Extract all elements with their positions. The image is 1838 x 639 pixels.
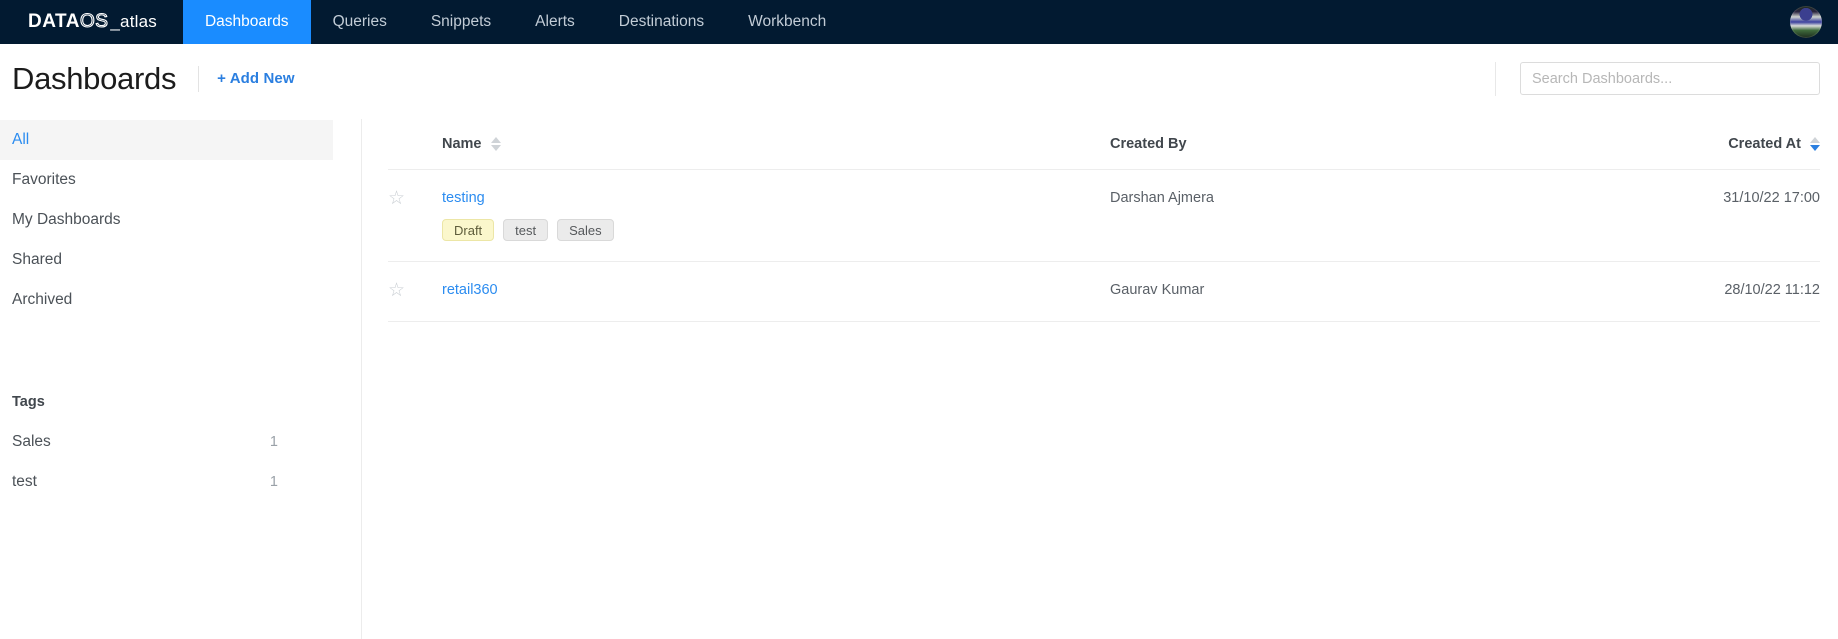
search-input[interactable] [1520, 62, 1820, 95]
table-row[interactable]: ☆ testing Draft test Sales Darshan Ajmer… [388, 169, 1820, 262]
top-navbar: DATA OS _atlas Dashboards Queries Snippets… [0, 0, 1838, 44]
star-outline-icon[interactable]: ☆ [388, 189, 405, 208]
sidebar-item-shared[interactable]: Shared [0, 240, 333, 280]
sidebar-item-my-dashboards-label: My Dashboards [12, 211, 121, 228]
created-at-cell: 28/10/22 11:12 [1590, 261, 1820, 322]
nav-item-queries-label: Queries [332, 13, 387, 30]
sidebar-item-favorites-label: Favorites [12, 171, 76, 188]
tag-item-test[interactable]: test 1 [0, 462, 310, 502]
nav-item-workbench-label: Workbench [748, 13, 827, 30]
sidebar-item-archived-label: Archived [12, 291, 73, 308]
created-by-cell: Darshan Ajmera [1110, 169, 1590, 262]
table-body: ☆ testing Draft test Sales Darshan Ajmer… [388, 169, 1820, 322]
column-header-name[interactable]: Name [442, 113, 1110, 170]
dashboard-link-testing[interactable]: testing [442, 190, 485, 206]
column-header-created-by-label: Created By [1110, 136, 1187, 152]
tag-item-test-count: 1 [269, 474, 278, 490]
nav-item-destinations-label: Destinations [618, 13, 705, 30]
sidebar-item-favorites[interactable]: Favorites [0, 160, 333, 200]
badge-group: Draft test Sales [442, 219, 1110, 241]
nav-item-workbench[interactable]: Workbench [726, 0, 848, 44]
brand-logo-data: DATA [28, 11, 80, 32]
tags-section-title: Tags [12, 394, 45, 410]
table-row[interactable]: ☆ retail360 Gaurav Kumar 28/10/22 11:12 [388, 261, 1820, 322]
dashboards-table: Name Created By Created At ☆ testing Dra… [388, 113, 1820, 322]
created-at-cell: 31/10/22 17:00 [1590, 169, 1820, 262]
sidebar-item-all[interactable]: All [0, 120, 333, 160]
nav-item-destinations[interactable]: Destinations [597, 0, 726, 44]
table-header: Name Created By Created At [388, 113, 1820, 170]
page-body: All Favorites My Dashboards Shared Archi… [0, 113, 1838, 639]
tag-badge-test[interactable]: test [503, 219, 549, 241]
dashboard-link-retail360[interactable]: retail360 [442, 282, 498, 298]
header-divider [198, 65, 200, 92]
created-by-cell: Gaurav Kumar [1110, 261, 1590, 322]
brand-logo-os: OS [79, 10, 109, 32]
favorite-cell: ☆ [388, 169, 442, 262]
column-header-created-by[interactable]: Created By [1110, 113, 1590, 170]
nav-item-alerts-label: Alerts [535, 13, 575, 30]
sidebar-item-all-label: All [12, 131, 30, 148]
search-divider [1495, 61, 1496, 96]
nav-item-dashboards-label: Dashboards [204, 13, 289, 30]
name-cell: retail360 [442, 261, 1110, 322]
name-cell: testing Draft test Sales [442, 169, 1110, 262]
column-header-star [388, 113, 442, 170]
page-header: Dashboards + Add New [0, 44, 1838, 113]
status-badge-draft[interactable]: Draft [442, 219, 495, 241]
sidebar: All Favorites My Dashboards Shared Archi… [0, 113, 362, 639]
nav-item-queries[interactable]: Queries [311, 0, 409, 44]
sort-icon-created-at[interactable] [1810, 137, 1820, 151]
brand-logo[interactable]: DATA OS _atlas [0, 0, 183, 44]
tag-item-sales-label: Sales [12, 433, 51, 450]
page-title: Dashboards [12, 60, 177, 96]
main-nav: Dashboards Queries Snippets Alerts Desti… [182, 0, 848, 44]
header-right-group [1495, 61, 1820, 96]
column-header-name-label: Name [442, 136, 482, 152]
nav-item-snippets[interactable]: Snippets [409, 0, 513, 44]
brand-logo-atlas: _atlas [110, 12, 157, 31]
tag-badge-sales[interactable]: Sales [557, 219, 614, 241]
sidebar-item-archived[interactable]: Archived [0, 280, 333, 320]
table-header-row: Name Created By Created At [388, 113, 1820, 170]
sort-icon-name[interactable] [490, 137, 501, 151]
tags-section: Tags Sales 1 test 1 [0, 382, 362, 502]
dashboards-content: Name Created By Created At ☆ testing Dra… [362, 113, 1838, 639]
tag-item-sales-count: 1 [269, 434, 278, 450]
tag-item-test-label: test [12, 473, 37, 490]
user-avatar-icon[interactable] [1790, 6, 1822, 38]
tag-item-sales[interactable]: Sales 1 [0, 422, 310, 462]
sidebar-item-shared-label: Shared [12, 251, 62, 268]
nav-item-alerts[interactable]: Alerts [513, 0, 597, 44]
star-outline-icon[interactable]: ☆ [388, 281, 405, 300]
column-header-created-at[interactable]: Created At [1590, 113, 1820, 170]
nav-item-snippets-label: Snippets [430, 13, 492, 30]
favorite-cell: ☆ [388, 261, 442, 322]
column-header-created-at-label: Created At [1728, 136, 1801, 152]
nav-item-dashboards[interactable]: Dashboards [182, 0, 311, 44]
sidebar-item-my-dashboards[interactable]: My Dashboards [0, 200, 333, 240]
add-new-button[interactable]: + Add New [217, 70, 294, 87]
